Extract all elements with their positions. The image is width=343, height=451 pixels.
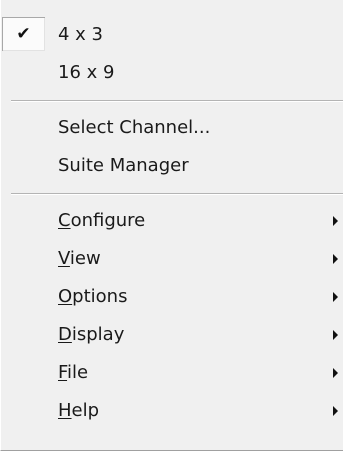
menu-item-label-rest: isplay: [71, 324, 125, 345]
menu-item-label-rest: onfigure: [70, 210, 146, 231]
mnemonic-letter: V: [58, 248, 70, 269]
menu-item-label: Options: [58, 278, 127, 316]
menu-item-label: Help: [58, 392, 99, 430]
checkmark-icon: ✔: [16, 23, 31, 44]
checkmark-box: ✔: [2, 17, 45, 51]
menu-item-label-rest: iew: [69, 248, 101, 269]
submenu-arrow-icon: [333, 330, 338, 340]
menu-item-label: Display: [58, 316, 124, 354]
menu-item-label: 4 x 3: [58, 24, 103, 45]
mnemonic-letter: C: [58, 210, 71, 231]
menu-item-configure[interactable]: Configure: [1, 202, 343, 240]
menu-item-label: Suite Manager: [58, 155, 189, 176]
menu-separator: [1, 185, 343, 202]
submenu-arrow-icon: [333, 406, 338, 416]
menu-item-display[interactable]: Display: [1, 316, 343, 354]
menu-item-suite-manager[interactable]: Suite Manager: [1, 147, 343, 185]
submenu-arrow-icon: [333, 292, 338, 302]
menu-item-label: Select Channel...: [58, 117, 211, 138]
menu-separator: [1, 92, 343, 109]
menu-item-label: File: [58, 354, 88, 392]
menu-item-16x9[interactable]: 16 x 9: [1, 54, 343, 92]
context-menu: ✔ 4 x 3 16 x 9 Select Channel... Suite M…: [0, 0, 343, 451]
mnemonic-letter: H: [58, 400, 72, 421]
menu-item-label: 16 x 9: [58, 62, 115, 83]
menu-item-label-rest: ptions: [72, 286, 128, 307]
menu-item-4x3[interactable]: ✔ 4 x 3: [1, 16, 343, 54]
submenu-arrow-icon: [333, 368, 338, 378]
mnemonic-letter: O: [58, 286, 73, 307]
menu-item-options[interactable]: Options: [1, 278, 343, 316]
menu-item-label-rest: elp: [71, 400, 100, 421]
menu-item-file[interactable]: File: [1, 354, 343, 392]
menu-item-view[interactable]: View: [1, 240, 343, 278]
menu-item-help[interactable]: Help: [1, 392, 343, 430]
mnemonic-letter: D: [58, 324, 72, 345]
submenu-arrow-icon: [333, 216, 338, 226]
menu-item-label-rest: ile: [67, 362, 89, 383]
menu-item-select-channel[interactable]: Select Channel...: [1, 109, 343, 147]
menu-item-label: Configure: [58, 202, 145, 240]
menu-item-label: View: [58, 240, 101, 278]
mnemonic-letter: F: [58, 362, 68, 383]
submenu-arrow-icon: [333, 254, 338, 264]
menu-top-padding: [1, 0, 343, 16]
